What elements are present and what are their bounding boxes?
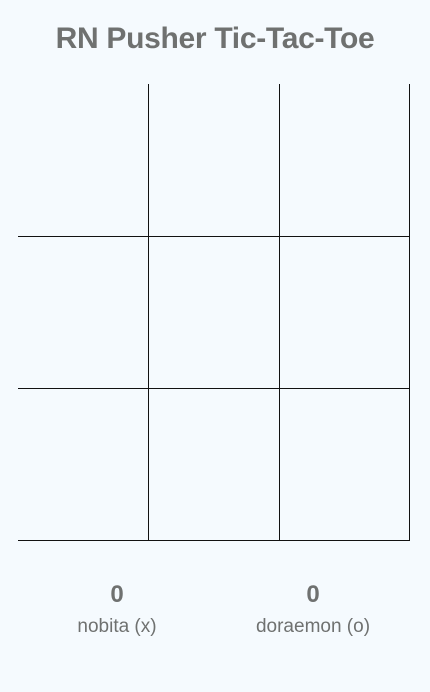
grid-line-right-border	[409, 84, 410, 541]
board-cell-1-0[interactable]	[18, 236, 148, 388]
board-cell-2-2[interactable]	[279, 388, 410, 541]
grid-line-vertical-1	[148, 84, 149, 541]
game-board	[18, 84, 410, 541]
board-cell-1-1[interactable]	[148, 236, 279, 388]
grid-line-horizontal-2	[18, 388, 410, 389]
board-cell-2-0[interactable]	[18, 388, 148, 541]
board-cell-0-0[interactable]	[18, 84, 148, 236]
player-two-score: 0	[306, 581, 320, 608]
player-two-name: doraemon (o)	[255, 616, 371, 637]
board-cell-0-2[interactable]	[279, 84, 410, 236]
board-cell-1-2[interactable]	[279, 236, 410, 388]
player-two-score-panel: 0 doraemon (o)	[213, 580, 413, 640]
player-one-name: nobita (x)	[77, 616, 157, 637]
page-title: RN Pusher Tic-Tac-Toe	[55, 22, 375, 55]
scoreboard: 0 nobita (x) 0 doraemon (o)	[0, 580, 430, 650]
grid-line-horizontal-1	[18, 236, 410, 237]
grid-line-vertical-2	[279, 84, 280, 541]
player-one-score-panel: 0 nobita (x)	[17, 580, 217, 640]
board-cell-0-1[interactable]	[148, 84, 279, 236]
grid-line-bottom-border	[18, 540, 410, 541]
board-cell-2-1[interactable]	[148, 388, 279, 541]
player-one-score: 0	[110, 581, 124, 608]
